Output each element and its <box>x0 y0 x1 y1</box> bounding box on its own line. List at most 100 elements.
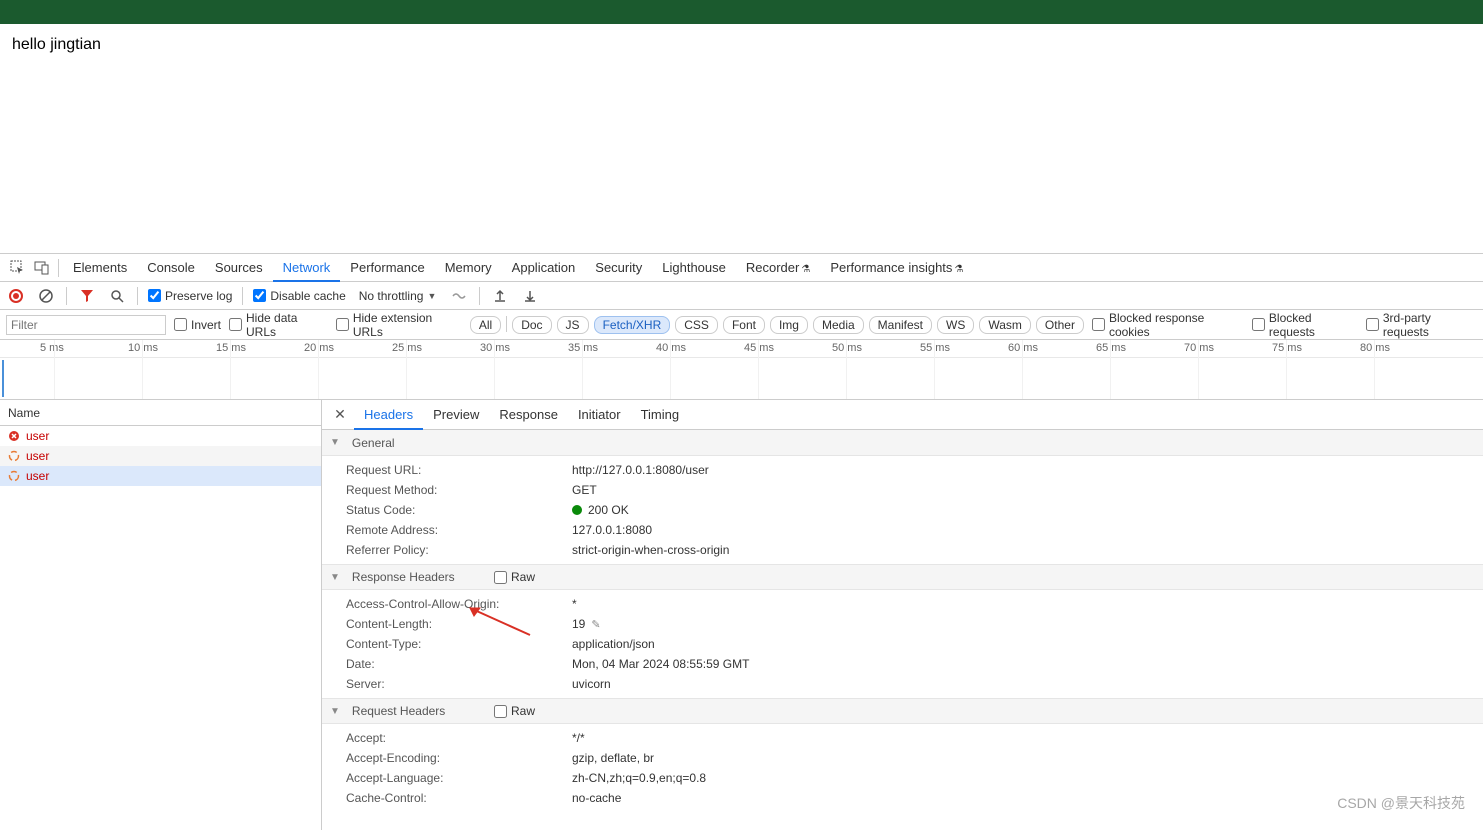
record-button[interactable] <box>6 286 26 306</box>
value-request-method: GET <box>572 483 597 497</box>
import-har-icon[interactable] <box>520 286 540 306</box>
network-filter-bar: Invert Hide data URLs Hide extension URL… <box>0 310 1483 340</box>
tab-lighthouse[interactable]: Lighthouse <box>652 254 736 282</box>
clear-button[interactable] <box>36 286 56 306</box>
dtab-timing[interactable]: Timing <box>631 400 690 430</box>
blocked-cookies-checkbox[interactable]: Blocked response cookies <box>1092 311 1244 339</box>
label-cache-control: Cache-Control: <box>346 791 572 805</box>
value-server: uvicorn <box>572 677 611 691</box>
hide-extension-urls-checkbox[interactable]: Hide extension URLs <box>336 311 462 339</box>
value-status-code: 200 OK <box>572 503 629 517</box>
separator <box>58 259 59 277</box>
network-timeline[interactable]: 5 ms10 ms15 ms20 ms25 ms30 ms35 ms40 ms4… <box>0 340 1483 400</box>
pill-wasm[interactable]: Wasm <box>979 316 1031 334</box>
close-detail-button[interactable]: ✕ <box>326 401 354 429</box>
pill-media[interactable]: Media <box>813 316 864 334</box>
disable-cache-checkbox[interactable]: Disable cache <box>253 289 345 303</box>
pill-doc[interactable]: Doc <box>512 316 551 334</box>
tab-recorder[interactable]: Recorder⚗ <box>736 254 820 282</box>
raw-checkbox-response[interactable]: Raw <box>494 570 535 584</box>
page-body: hello jingtian <box>0 24 1483 253</box>
dtab-response[interactable]: Response <box>489 400 568 430</box>
request-row[interactable]: user <box>0 446 321 466</box>
value-request-url: http://127.0.0.1:8080/user <box>572 463 709 477</box>
separator <box>137 287 138 305</box>
browser-top-bar <box>0 0 1483 24</box>
flask-icon: ⚗ <box>801 264 810 275</box>
request-row[interactable]: user <box>0 466 321 486</box>
value-accept: */* <box>572 731 585 745</box>
pill-other[interactable]: Other <box>1036 316 1084 334</box>
label-remote-address: Remote Address: <box>346 523 572 537</box>
label-request-url: Request URL: <box>346 463 572 477</box>
separator <box>479 287 480 305</box>
tab-sources[interactable]: Sources <box>205 254 273 282</box>
filter-input[interactable] <box>6 315 166 335</box>
dtab-preview[interactable]: Preview <box>423 400 489 430</box>
flask-icon: ⚗ <box>954 264 963 275</box>
network-toolbar: Preserve log Disable cache No throttling… <box>0 282 1483 310</box>
dtab-initiator[interactable]: Initiator <box>568 400 631 430</box>
pill-font[interactable]: Font <box>723 316 765 334</box>
blocked-requests-checkbox[interactable]: Blocked requests <box>1252 311 1358 339</box>
search-icon[interactable] <box>107 286 127 306</box>
tab-performance-insights[interactable]: Performance insights⚗ <box>820 254 973 282</box>
tab-console[interactable]: Console <box>137 254 205 282</box>
label-status-code: Status Code: <box>346 503 572 517</box>
value-accept-language: zh-CN,zh;q=0.9,en;q=0.8 <box>572 771 706 785</box>
inspect-element-icon[interactable] <box>6 255 30 281</box>
label-content-length: Content-Length: <box>346 617 572 631</box>
request-row[interactable]: user <box>0 426 321 446</box>
edit-icon[interactable]: ✎ <box>591 618 600 631</box>
label-server: Server: <box>346 677 572 691</box>
network-conditions-icon[interactable] <box>449 286 469 306</box>
chevron-down-icon: ▼ <box>427 291 436 301</box>
raw-checkbox-request[interactable]: Raw <box>494 704 535 718</box>
tab-elements[interactable]: Elements <box>63 254 137 282</box>
request-name: user <box>26 469 49 483</box>
section-response-headers[interactable]: ▼ Response Headers Raw <box>322 564 1483 590</box>
pill-img[interactable]: Img <box>770 316 808 334</box>
timeline-marker <box>2 360 4 397</box>
chevron-down-icon: ▼ <box>330 572 340 583</box>
devtools-panel: Elements Console Sources Network Perform… <box>0 253 1483 830</box>
pending-icon <box>8 450 20 462</box>
pill-ws[interactable]: WS <box>937 316 974 334</box>
label-accept-encoding: Accept-Encoding: <box>346 751 572 765</box>
tab-network[interactable]: Network <box>273 254 341 282</box>
value-content-type: application/json <box>572 637 655 651</box>
preserve-log-checkbox[interactable]: Preserve log <box>148 289 232 303</box>
detail-tabs: ✕ Headers Preview Response Initiator Tim… <box>322 400 1483 430</box>
label-acao: Access-Control-Allow-Origin: <box>346 597 572 611</box>
request-list: Name user user user <box>0 400 322 830</box>
page-body-text: hello jingtian <box>12 36 101 53</box>
pill-manifest[interactable]: Manifest <box>869 316 932 334</box>
third-party-checkbox[interactable]: 3rd-party requests <box>1366 311 1477 339</box>
dtab-headers[interactable]: Headers <box>354 400 423 430</box>
export-har-icon[interactable] <box>490 286 510 306</box>
tab-memory[interactable]: Memory <box>435 254 502 282</box>
pill-css[interactable]: CSS <box>675 316 718 334</box>
label-accept: Accept: <box>346 731 572 745</box>
pill-fetch-xhr[interactable]: Fetch/XHR <box>594 316 671 334</box>
separator <box>66 287 67 305</box>
filter-toggle-icon[interactable] <box>77 286 97 306</box>
pill-all[interactable]: All <box>470 316 501 334</box>
pending-icon <box>8 470 20 482</box>
tab-security[interactable]: Security <box>585 254 652 282</box>
tab-application[interactable]: Application <box>502 254 586 282</box>
label-accept-language: Accept-Language: <box>346 771 572 785</box>
throttling-select[interactable]: No throttling ▼ <box>356 287 440 305</box>
pill-js[interactable]: JS <box>557 316 589 334</box>
device-toolbar-icon[interactable] <box>30 255 54 281</box>
value-acao: * <box>572 597 577 611</box>
hide-data-urls-checkbox[interactable]: Hide data URLs <box>229 311 328 339</box>
invert-checkbox[interactable]: Invert <box>174 318 221 332</box>
column-header-name[interactable]: Name <box>0 400 321 426</box>
section-general[interactable]: ▼ General <box>322 430 1483 456</box>
label-request-method: Request Method: <box>346 483 572 497</box>
request-name: user <box>26 429 49 443</box>
tab-performance[interactable]: Performance <box>340 254 434 282</box>
value-referrer-policy: strict-origin-when-cross-origin <box>572 543 729 557</box>
section-request-headers[interactable]: ▼ Request Headers Raw <box>322 698 1483 724</box>
